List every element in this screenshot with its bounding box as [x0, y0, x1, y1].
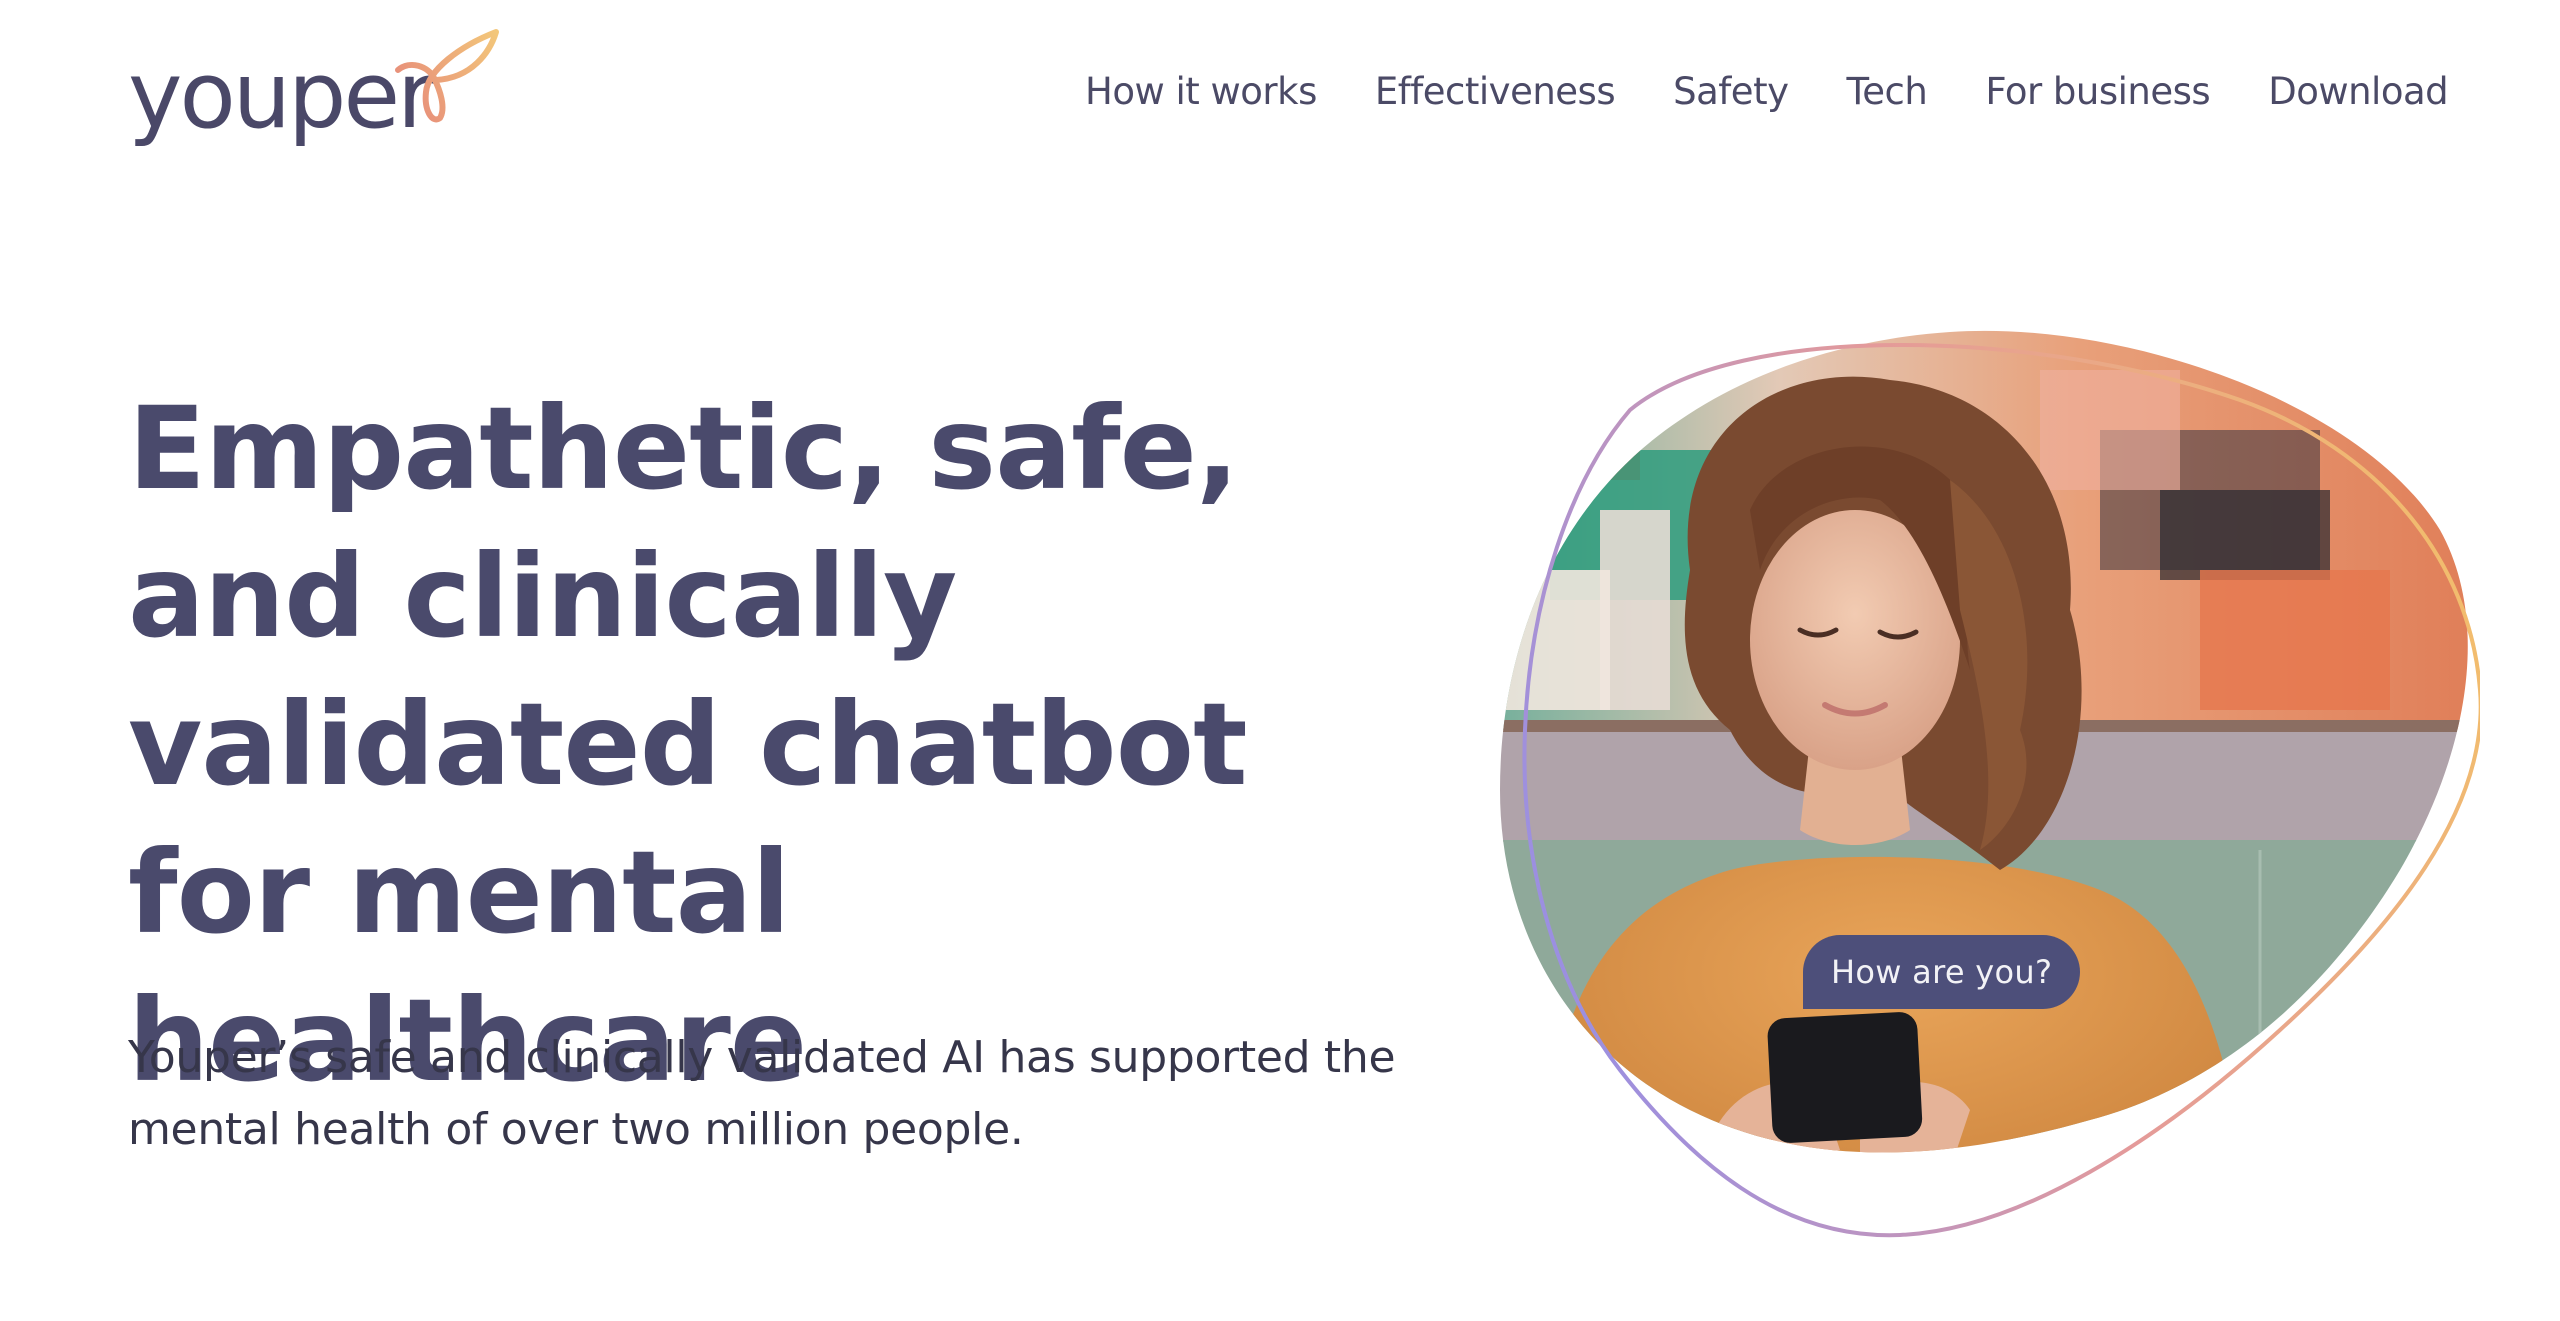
site-header: youper How it works Effectiveness Safety…	[0, 0, 2560, 180]
nav-safety[interactable]: Safety	[1673, 66, 1789, 118]
chat-bubble: How are you?	[1803, 935, 2081, 1009]
leaf-bird-icon	[395, 29, 499, 123]
logo-wordmark: youper	[128, 42, 435, 149]
photo-woman-with-phone	[1500, 330, 2468, 1153]
hero-image	[1500, 330, 2480, 1238]
main-nav: How it works Effectiveness Safety Tech F…	[1085, 66, 2449, 118]
hero-title: Empathetic, safe, and clinically validat…	[128, 382, 1248, 1107]
nav-download[interactable]: Download	[2268, 66, 2448, 118]
nav-how-it-works[interactable]: How it works	[1085, 66, 1317, 118]
hero-subtitle: Youper’s safe and clinically validated A…	[128, 1032, 1396, 1155]
youper-logo[interactable]: youper	[128, 22, 508, 162]
nav-effectiveness[interactable]: Effectiveness	[1375, 66, 1616, 118]
nav-tech[interactable]: Tech	[1846, 66, 1927, 118]
nav-for-business[interactable]: For business	[1985, 66, 2210, 118]
hero-visual: How are you?	[1480, 310, 2480, 1250]
